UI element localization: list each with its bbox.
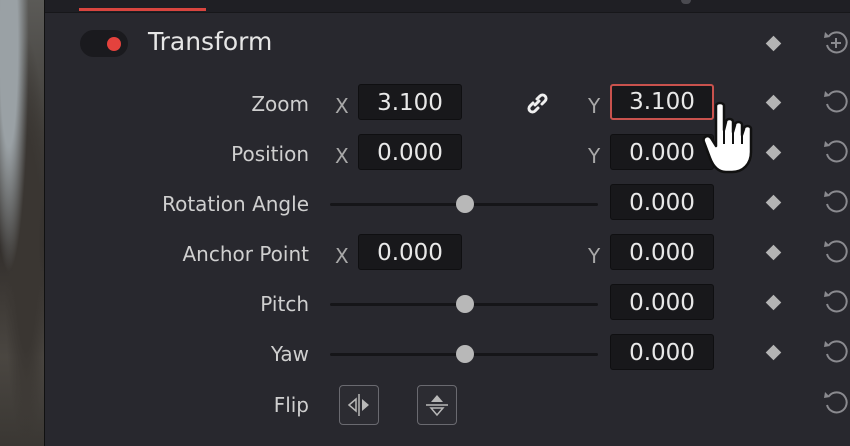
flip-horizontal-icon xyxy=(347,394,369,416)
active-tab-indicator xyxy=(79,8,206,11)
yaw-slider-handle[interactable] xyxy=(456,345,474,363)
pitch-keyframe-diamond-icon[interactable] xyxy=(765,294,782,311)
zoom-keyframe-diamond-icon[interactable] xyxy=(765,94,782,111)
zoom-link-icon[interactable] xyxy=(524,90,550,116)
yaw-row: Yaw 0.000 xyxy=(45,334,850,374)
section-keyframe-diamond-icon[interactable] xyxy=(765,35,782,52)
position-y-input[interactable]: 0.000 xyxy=(610,134,714,170)
position-x-axis-label: X xyxy=(335,144,349,168)
zoom-x-input[interactable]: 3.100 xyxy=(358,84,462,120)
yaw-reset-icon[interactable] xyxy=(821,337,850,367)
anchor-point-keyframe-diamond-icon[interactable] xyxy=(765,244,782,261)
pitch-row: Pitch 0.000 xyxy=(45,284,850,324)
rotation-angle-row: Rotation Angle 0.000 xyxy=(45,184,850,224)
anchor-point-reset-icon[interactable] xyxy=(821,237,850,267)
viewer-image-edge xyxy=(0,0,44,446)
toggle-knob xyxy=(107,37,121,51)
anchor-point-x-input[interactable]: 0.000 xyxy=(358,234,462,270)
flip-reset-icon[interactable] xyxy=(821,388,850,418)
position-reset-icon[interactable] xyxy=(821,137,850,167)
rotation-angle-reset-icon[interactable] xyxy=(821,187,850,217)
position-keyframe-diamond-icon[interactable] xyxy=(765,144,782,161)
rotation-angle-keyframe-diamond-icon[interactable] xyxy=(765,194,782,211)
transform-enable-toggle[interactable] xyxy=(80,30,128,57)
flip-label: Flip xyxy=(273,393,309,417)
zoom-y-axis-label: Y xyxy=(588,94,601,118)
yaw-keyframe-diamond-icon[interactable] xyxy=(765,344,782,361)
yaw-label: Yaw xyxy=(270,342,309,366)
position-y-axis-label: Y xyxy=(588,144,601,168)
pitch-slider-handle[interactable] xyxy=(456,295,474,313)
anchor-point-y-axis-label: Y xyxy=(588,244,601,268)
zoom-label: Zoom xyxy=(251,92,309,116)
position-label: Position xyxy=(231,142,309,166)
anchor-point-label: Anchor Point xyxy=(182,242,309,266)
zoom-reset-icon[interactable] xyxy=(821,87,850,117)
zoom-x-axis-label: X xyxy=(335,94,349,118)
hand-pointer-icon xyxy=(702,101,753,174)
pitch-reset-icon[interactable] xyxy=(821,287,850,317)
position-x-input[interactable]: 0.000 xyxy=(358,134,462,170)
inspector-tab-strip xyxy=(45,0,850,13)
zoom-y-input[interactable]: 3.100 xyxy=(610,84,714,120)
flip-vertical-icon xyxy=(426,395,448,417)
flip-row: Flip xyxy=(45,385,850,425)
anchor-point-y-input[interactable]: 0.000 xyxy=(610,234,714,270)
rotation-angle-slider-handle[interactable] xyxy=(456,195,474,213)
pitch-label: Pitch xyxy=(260,292,309,316)
yaw-input[interactable]: 0.000 xyxy=(610,334,714,370)
inspector-panel: Transform Zoom X 3.100 Y 3.100 Position … xyxy=(44,0,850,446)
anchor-point-row: Anchor Point X 0.000 Y 0.000 xyxy=(45,234,850,274)
pitch-input[interactable]: 0.000 xyxy=(610,284,714,320)
rotation-angle-input[interactable]: 0.000 xyxy=(610,184,714,220)
flip-horizontal-button[interactable] xyxy=(339,385,379,425)
flip-vertical-button[interactable] xyxy=(417,385,457,425)
rotation-angle-label: Rotation Angle xyxy=(162,192,309,216)
anchor-point-x-axis-label: X xyxy=(335,244,349,268)
section-reset-add-icon[interactable] xyxy=(821,28,850,58)
section-title: Transform xyxy=(148,27,273,56)
